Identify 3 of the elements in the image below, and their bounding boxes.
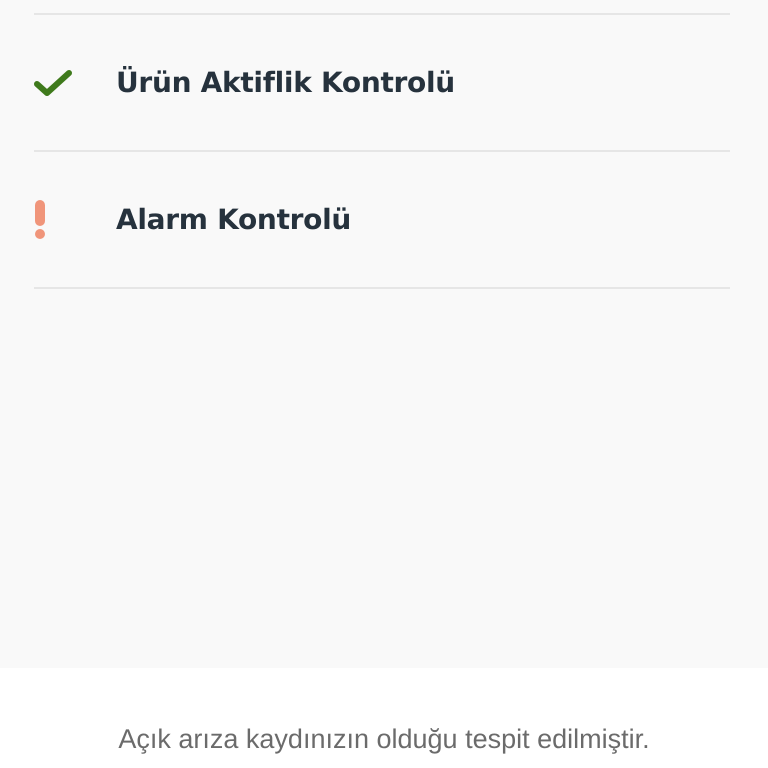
check-label: Alarm Kontrolü (116, 203, 352, 236)
status-message: Açık arıza kaydınızın olduğu tespit edilmiştir. (118, 724, 650, 755)
check-label: Ürün Aktiflik Kontrolü (116, 66, 455, 99)
